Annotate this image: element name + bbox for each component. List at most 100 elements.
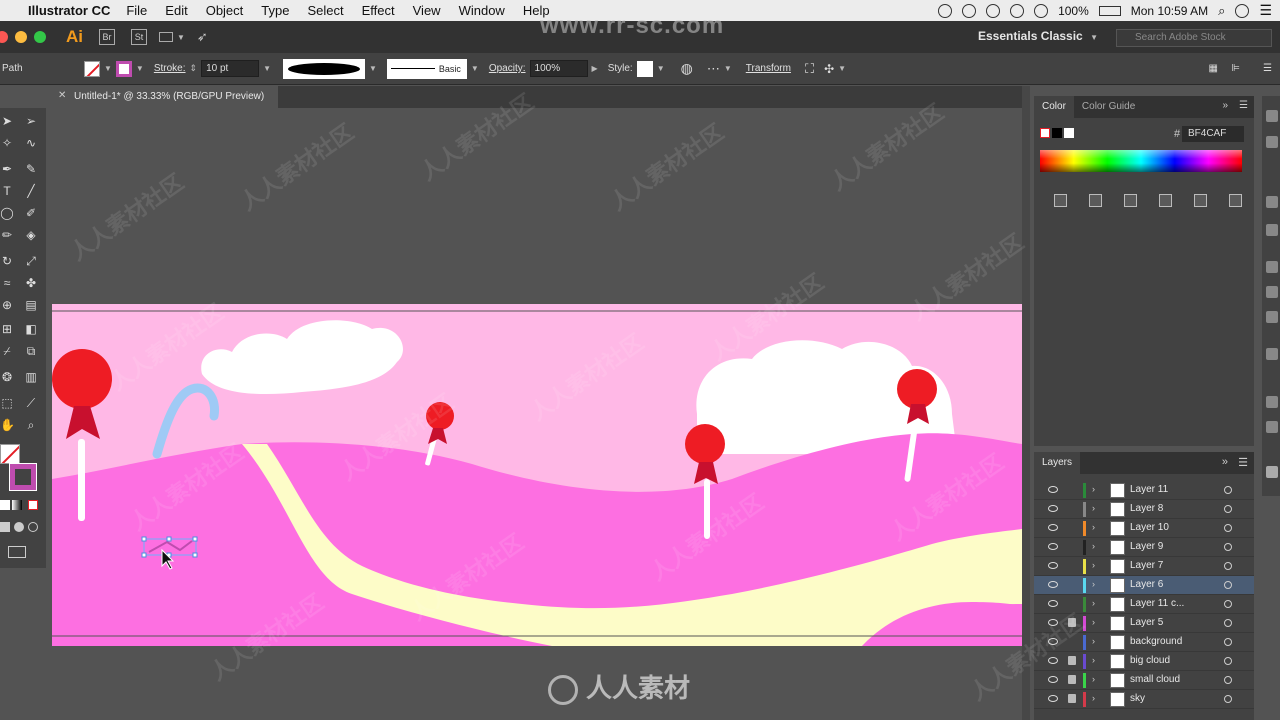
opacity-field[interactable]: 100% [529,60,588,77]
menu-effect[interactable]: Effect [362,3,395,18]
workspace-switcher[interactable]: Essentials Classic ▼ [978,29,1102,43]
visibility-eye-icon[interactable] [1048,524,1058,531]
target-circle-icon[interactable] [1224,486,1232,494]
color-spectrum[interactable] [1040,150,1242,172]
fill-color-indicator[interactable] [0,444,20,464]
target-circle-icon[interactable] [1224,638,1232,646]
visibility-eye-icon[interactable] [1048,505,1058,512]
mesh-tool-icon[interactable]: ⊞ [0,322,14,336]
layer-name[interactable]: background [1130,636,1182,647]
transform-link[interactable]: Transform [746,63,791,74]
distribute-icon[interactable] [1159,194,1172,207]
layer-row[interactable]: › Layer 11 [1034,481,1254,500]
direct-selection-tool-icon[interactable]: ➢ [24,114,38,128]
clock[interactable]: Mon 10:59 AM [1131,4,1208,18]
chevron-down-icon[interactable]: ▼ [369,64,377,73]
target-circle-icon[interactable] [1224,657,1232,665]
graphic-style-swatch[interactable] [636,60,653,77]
canvas[interactable] [52,108,1022,720]
selection-tool-icon[interactable]: ➤ [0,114,14,128]
pathfinder-panel-icon[interactable] [1266,421,1278,433]
minimize-window-button[interactable] [15,31,27,43]
layer-name[interactable]: Layer 6 [1130,579,1163,590]
layer-row[interactable]: › Layer 6 [1034,576,1254,595]
lock-icon[interactable] [1068,618,1076,627]
chevron-right-icon[interactable]: ▶ [592,64,598,73]
layer-row[interactable]: › sky [1034,690,1254,709]
lasso-icon[interactable]: ∿ [24,136,38,150]
gpu-performance-icon[interactable]: ➶ [197,29,208,45]
chevron-down-icon[interactable]: ▼ [724,64,732,73]
layer-name[interactable]: Layer 5 [1130,617,1163,628]
layers-menu-icon[interactable]: ☰ [1238,456,1248,469]
stock-button[interactable]: St [131,29,147,45]
target-circle-icon[interactable] [1224,562,1232,570]
expand-arrow-icon[interactable]: › [1092,522,1095,532]
paintbrush-icon[interactable]: ✐ [24,206,38,220]
visibility-eye-icon[interactable] [1048,562,1058,569]
expand-arrow-icon[interactable]: › [1092,674,1095,684]
stroke-swatch[interactable] [115,60,132,77]
volume-icon[interactable] [1034,3,1049,18]
transparency-icon[interactable] [1266,311,1278,323]
stock-search-input[interactable]: Search Adobe Stock [1116,29,1272,47]
spotlight-icon[interactable]: ⌕ [1218,3,1225,19]
stepper-icon[interactable]: ⇕ [190,63,198,74]
zoom-window-button[interactable] [34,31,46,43]
visibility-eye-icon[interactable] [1048,486,1058,493]
menu-window[interactable]: Window [459,3,505,18]
target-circle-icon[interactable] [1224,581,1232,589]
visibility-eye-icon[interactable] [1048,543,1058,550]
layer-name[interactable]: Layer 11 c... [1130,598,1184,609]
white-swatch[interactable] [1064,128,1074,138]
visibility-eye-icon[interactable] [1048,600,1058,607]
menu-type[interactable]: Type [261,3,289,18]
expand-arrow-icon[interactable]: › [1092,636,1095,646]
stroke-weight-field[interactable]: 10 pt [201,60,260,77]
none-swatch[interactable] [1040,128,1050,138]
layer-name[interactable]: Layer 7 [1130,560,1163,571]
layer-name[interactable]: small cloud [1130,674,1180,685]
wifi-icon[interactable] [1010,3,1025,18]
chevron-down-icon[interactable]: ▼ [471,64,479,73]
gradient-panel-icon[interactable] [1266,286,1278,298]
siri-icon[interactable] [1235,3,1250,18]
artboard-tool-icon[interactable]: ⬚ [0,396,14,410]
chevron-down-icon[interactable]: ▼ [177,33,185,42]
none-mode-button[interactable] [28,500,38,510]
stroke-label[interactable]: Stroke: [154,63,186,74]
menu-file[interactable]: File [126,3,147,18]
brush-definition[interactable]: Basic [386,58,467,79]
libraries-icon[interactable] [1266,110,1278,122]
visibility-eye-icon[interactable] [1048,657,1058,664]
chevron-down-icon[interactable]: ▼ [104,64,112,73]
line-tool-icon[interactable]: ╱ [24,184,38,198]
control-menu-icon[interactable]: ☰ [1263,63,1272,74]
artboard[interactable] [52,304,1022,646]
layer-name[interactable]: Layer 11 [1130,484,1168,495]
expand-arrow-icon[interactable]: › [1092,503,1095,513]
chevron-down-icon[interactable]: ▼ [136,64,144,73]
eraser-icon[interactable]: ◈ [24,228,38,242]
skype-icon[interactable] [962,3,977,18]
pen-tool-icon[interactable]: ✒ [0,162,14,176]
layer-row[interactable]: › background [1034,633,1254,652]
slice-tool-icon[interactable]: ⟋ [24,396,38,410]
layer-row[interactable]: › Layer 9 [1034,538,1254,557]
recolor-artwork-icon[interactable]: ◍ [681,60,693,77]
brushes-icon[interactable] [1266,196,1278,208]
menu-select[interactable]: Select [307,3,343,18]
target-circle-icon[interactable] [1224,543,1232,551]
target-circle-icon[interactable] [1224,676,1232,684]
dropbox-icon[interactable] [986,3,1001,18]
gradient-tool-icon[interactable]: ◧ [24,322,38,336]
symbols-icon[interactable] [1266,224,1278,236]
record-icon[interactable] [938,3,953,18]
align-right-icon[interactable] [1124,194,1137,207]
align-icon[interactable]: ⋯ [707,61,720,77]
properties-icon[interactable] [1266,136,1278,148]
close-tab-icon[interactable]: ✕ [58,90,66,101]
minus-front-icon[interactable] [1229,194,1242,207]
expand-arrow-icon[interactable]: › [1092,655,1095,665]
arrange-documents-icon[interactable] [159,32,173,42]
